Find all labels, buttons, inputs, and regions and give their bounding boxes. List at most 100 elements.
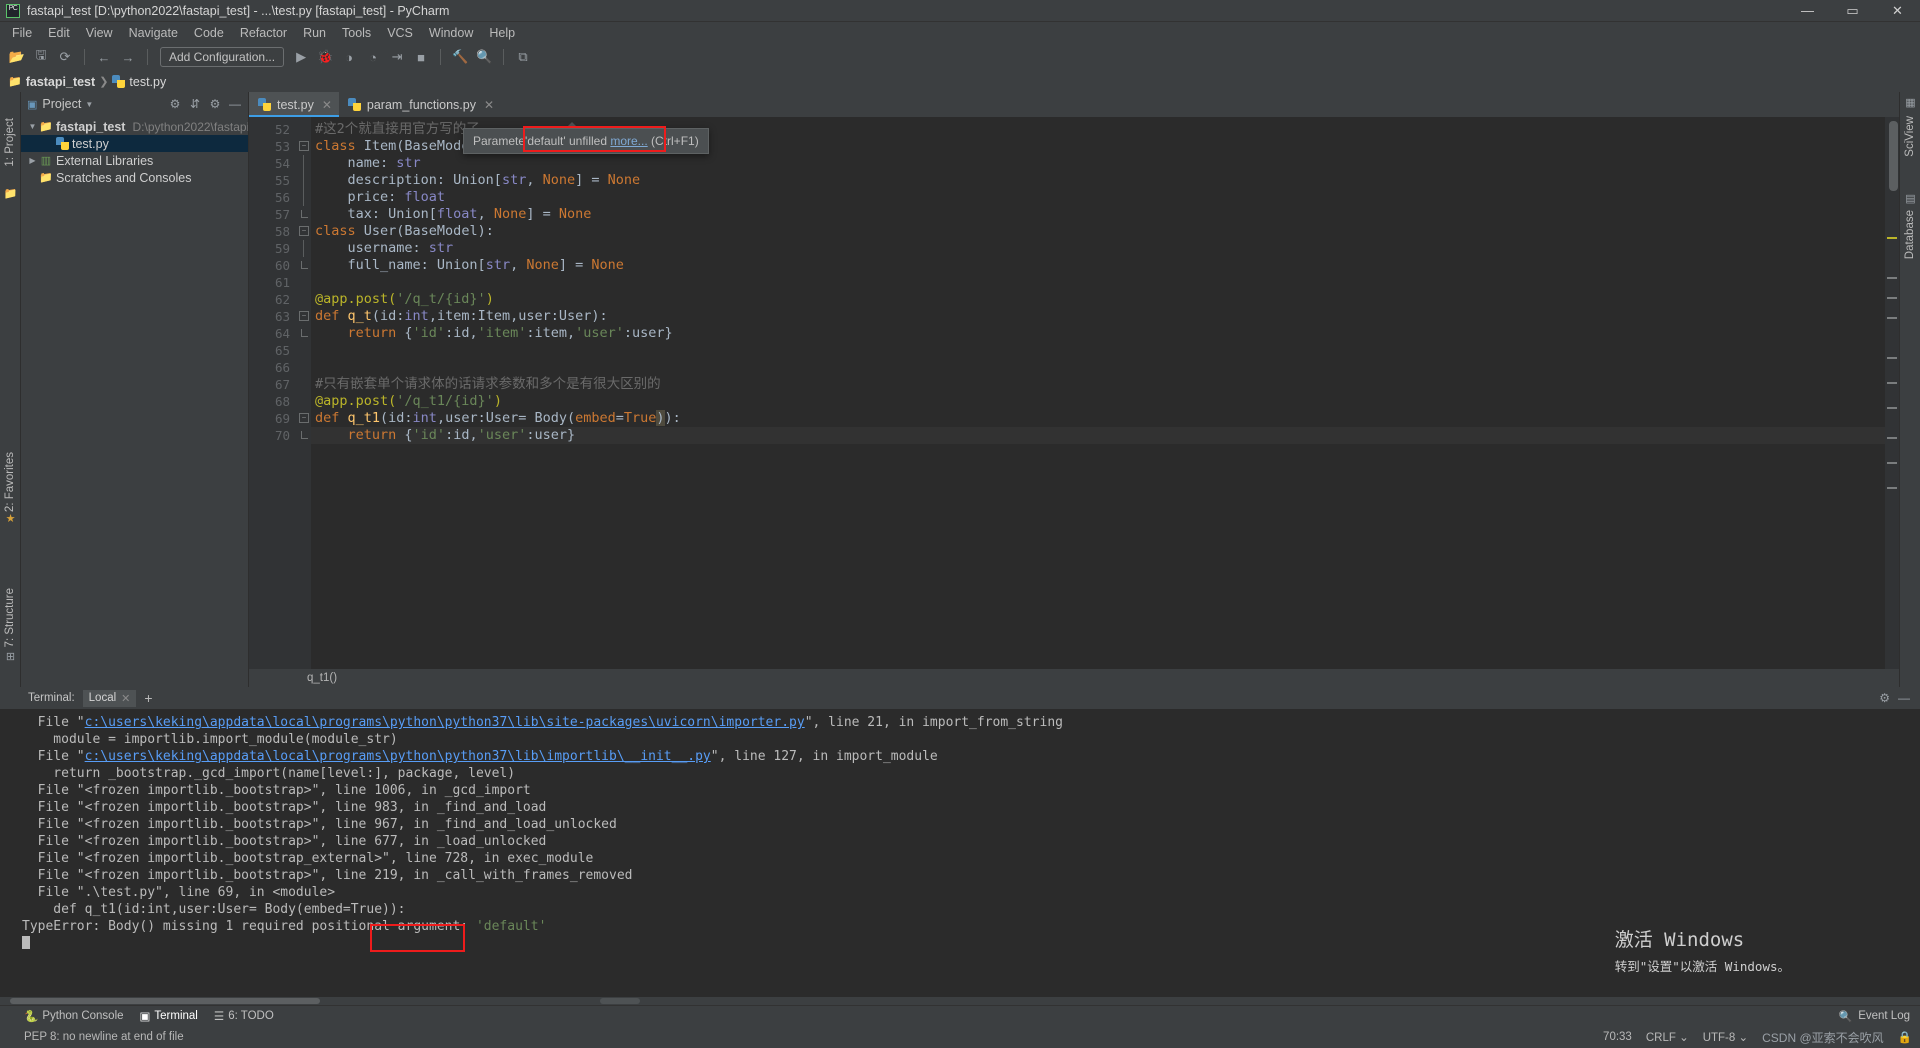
terminal-add-icon[interactable]: + (144, 690, 152, 706)
run-tests-icon[interactable]: ⇥ (386, 46, 408, 68)
menu-navigate[interactable]: Navigate (121, 24, 186, 42)
code-line[interactable]: tax: Union[float, None] = None (311, 206, 1885, 223)
code-line[interactable]: description: Union[str, None] = None (311, 172, 1885, 189)
editor-tab-param_functions-py[interactable]: param_functions.py ✕ (339, 92, 501, 117)
fold-marker (297, 325, 311, 342)
rail-structure-label[interactable]: 7: Structure (4, 588, 16, 647)
code-line[interactable]: return {'id':id,'user':user} (311, 427, 1885, 444)
tree-node-external-libraries[interactable]: ▶ ▥ External Libraries (21, 152, 248, 169)
panel-settings-icon[interactable]: ⚙ (206, 95, 224, 113)
fold-marker[interactable]: − (297, 138, 311, 155)
coverage-icon[interactable]: ◑ (338, 46, 360, 68)
terminal-path-link[interactable]: c:\users\keking\appdata\local\programs\p… (85, 749, 711, 764)
collapse-all-icon[interactable]: ⇵ (186, 95, 204, 113)
horizontal-scrollbar-thumb[interactable] (10, 998, 320, 1004)
line-separator[interactable]: CRLF ⌄ (1646, 1030, 1689, 1044)
menu-view[interactable]: View (78, 24, 121, 42)
menu-file[interactable]: File (4, 24, 40, 42)
menu-edit[interactable]: Edit (40, 24, 78, 42)
terminal-tab-close-icon[interactable]: ✕ (121, 692, 130, 705)
rail-favorites-label[interactable]: 2: Favorites (4, 452, 16, 512)
menu-window[interactable]: Window (421, 24, 481, 42)
code-line[interactable]: @app.post('/q_t/{id}') (311, 291, 1885, 308)
tooltip-more-link[interactable]: more... (610, 134, 647, 148)
editor-tab-test-py[interactable]: test.py ✕ (249, 92, 339, 117)
breadcrumb-project[interactable]: fastapi_test (26, 75, 95, 89)
status-inspection-message: PEP 8: no newline at end of file (24, 1031, 184, 1043)
menu-code[interactable]: Code (186, 24, 232, 42)
code-editor[interactable]: 52 53 54 55 56 57 58 59 60 61 62 63 64 65 66 67 68 69 70 −… (249, 117, 1899, 669)
add-configuration-button[interactable]: Add Configuration... (160, 47, 285, 67)
code-folding-column[interactable]: − − − − (297, 117, 311, 669)
chevron-down-icon[interactable]: ▼ (85, 100, 93, 109)
save-all-icon[interactable]: 🖫 (30, 46, 52, 68)
terminal-tab-local[interactable]: Local ✕ (82, 689, 137, 707)
terminal-minimize-icon[interactable]: — (1898, 691, 1910, 705)
code-line[interactable]: def q_t(id:int,item:Item,user:User): (311, 308, 1885, 325)
tree-node-scratches-and-consoles[interactable]: 📁 Scratches and Consoles (21, 169, 248, 186)
menu-tools[interactable]: Tools (334, 24, 379, 42)
code-line[interactable]: username: str (311, 240, 1885, 257)
search-everywhere-icon[interactable]: 🔍 (473, 46, 495, 68)
terminal-output[interactable]: File "c:\users\keking\appdata\local\prog… (0, 709, 1920, 997)
sync-icon[interactable]: ⟳ (54, 46, 76, 68)
code-line[interactable]: #只有嵌套单个请求体的话请求参数和多个是有很大区别的 (311, 376, 1885, 393)
code-line[interactable] (311, 342, 1885, 359)
editor-tab-close-icon[interactable]: ✕ (484, 98, 494, 112)
code-line[interactable] (311, 274, 1885, 291)
build-hammer-icon[interactable]: 🔨 (449, 46, 471, 68)
tool-python-console[interactable]: 🐍 Python Console (24, 1009, 124, 1023)
lock-icon[interactable]: 🔒 (1898, 1030, 1912, 1044)
code-content[interactable]: #这2个就直接用官方写的了 class Item(BaseModel): name… (311, 117, 1885, 669)
locate-target-icon[interactable]: ⚙ (166, 95, 184, 113)
menu-run[interactable]: Run (295, 24, 334, 42)
profile-icon[interactable]: ◔ (362, 46, 384, 68)
fold-marker[interactable]: − (297, 223, 311, 240)
tree-node-test-py[interactable]: test.py (21, 135, 248, 152)
terminal-path-link[interactable]: c:\users\keking\appdata\local\programs\p… (85, 715, 805, 730)
maximize-button[interactable]: ▭ (1830, 0, 1875, 22)
fold-marker[interactable]: − (297, 308, 311, 325)
tool-terminal[interactable]: ▣ Terminal (140, 1009, 198, 1023)
code-line[interactable]: def q_t1(id:int,user:User= Body(embed=Tr… (311, 410, 1885, 427)
code-line[interactable]: class User(BaseModel): (311, 223, 1885, 240)
code-line[interactable]: price: float (311, 189, 1885, 206)
code-line[interactable]: name: str (311, 155, 1885, 172)
layout-icon[interactable]: ⧉ (512, 46, 534, 68)
navigate-back-icon[interactable]: ← (93, 46, 115, 68)
rail-database-label[interactable]: Database (1904, 210, 1916, 259)
menu-vcs[interactable]: VCS (379, 24, 421, 42)
tree-node-fastapi-test[interactable]: ▼📁fastapi_test D:\python2022\fastapi_test (21, 118, 248, 135)
close-button[interactable]: ✕ (1875, 0, 1920, 22)
panel-minimize-icon[interactable]: — (226, 95, 244, 113)
file-encoding[interactable]: UTF-8 ⌄ (1703, 1030, 1748, 1044)
code-line[interactable]: full_name: Union[str, None] = None (311, 257, 1885, 274)
code-line[interactable] (311, 359, 1885, 376)
caret-position[interactable]: 70:33 (1603, 1031, 1632, 1043)
stop-icon[interactable]: ■ (410, 46, 432, 68)
tree-twisty-icon[interactable]: ▼ (27, 122, 38, 131)
minimize-button[interactable]: — (1785, 0, 1830, 22)
line-number: 58 (274, 224, 290, 239)
code-line[interactable]: @app.post('/q_t1/{id}') (311, 393, 1885, 410)
code-line[interactable]: return {'id':id,'item':item,'user':user} (311, 325, 1885, 342)
terminal-settings-icon[interactable]: ⚙ (1879, 691, 1890, 705)
event-log-label[interactable]: Event Log (1858, 1010, 1910, 1022)
tree-twisty-icon[interactable]: ▶ (27, 156, 38, 165)
tool-todo[interactable]: ☰ 6: TODO (214, 1009, 274, 1023)
menu-refactor[interactable]: Refactor (232, 24, 295, 42)
horizontal-scrollbar-thumb-2[interactable] (600, 998, 640, 1004)
editor-marker-bar[interactable] (1885, 117, 1899, 669)
fold-marker[interactable]: − (297, 410, 311, 427)
run-icon[interactable]: ▶ (290, 46, 312, 68)
rail-project-label[interactable]: 1: Project (4, 118, 16, 167)
editor-scrollbar-thumb[interactable] (1889, 121, 1898, 191)
editor-tab-close-icon[interactable]: ✕ (322, 98, 332, 112)
navigate-forward-icon[interactable]: → (117, 46, 139, 68)
menu-help[interactable]: Help (481, 24, 523, 42)
breadcrumb-file[interactable]: test.py (129, 75, 166, 89)
debug-icon[interactable]: 🐞 (314, 46, 336, 68)
horizontal-scrollbar[interactable] (0, 997, 1920, 1005)
rail-sciview-label[interactable]: SciView (1904, 116, 1916, 157)
open-project-icon[interactable]: 📂 (6, 46, 28, 68)
